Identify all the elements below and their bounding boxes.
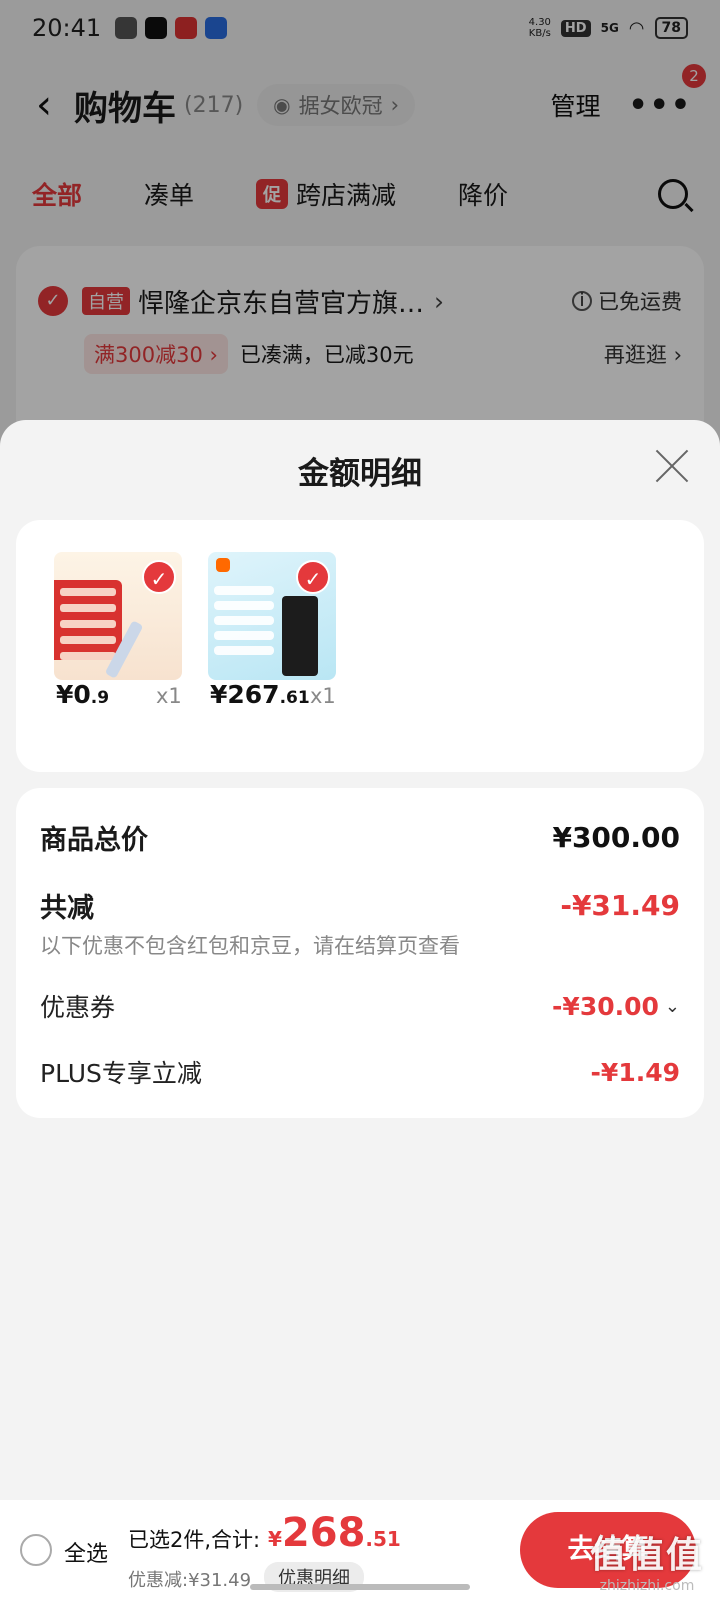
discount-note: 以下优惠不包含红包和京豆，请在结算页查看 (40, 934, 460, 958)
check-icon: ✓ (296, 560, 330, 594)
amount-detail-sheet: 金额明细 ✓ ¥0.9 x1 ✓ ¥267.61 x1 商品总价 ¥300.00 (0, 420, 720, 1600)
product-image: ✓ (208, 552, 336, 680)
product-qty: x1 (310, 684, 336, 708)
coupon-value: -¥30.00 (552, 991, 659, 1021)
mi-logo (216, 558, 230, 572)
sheet-title: 金额明细 (298, 456, 422, 492)
check-icon: ✓ (142, 560, 176, 594)
total-amount: ¥268.51 (268, 1510, 401, 1556)
product-image: ✓ (54, 552, 182, 680)
home-indicator[interactable] (250, 1584, 470, 1590)
goods-item[interactable]: ✓ (54, 552, 184, 680)
product-qty: x1 (156, 684, 182, 708)
chevron-down-icon[interactable]: ⌄ (665, 996, 680, 1017)
product-price: ¥267.61 (210, 680, 310, 709)
discount-row: 共减 -¥31.49 (40, 886, 680, 925)
total-price-value: ¥300.00 (552, 821, 680, 854)
total-price-row: 商品总价 ¥300.00 (40, 818, 680, 857)
coupon-row[interactable]: 优惠券 -¥30.00 ⌄ (40, 988, 680, 1024)
plus-discount-value: -¥1.49 (590, 1057, 680, 1087)
selected-count-label: 已选2件,合计: (128, 1528, 261, 1552)
close-icon[interactable] (654, 448, 690, 484)
total-price-label: 商品总价 (40, 825, 148, 856)
select-all-label[interactable]: 全选 (64, 1536, 108, 1568)
select-all-checkbox[interactable] (20, 1534, 52, 1566)
goods-item[interactable]: ✓ (208, 552, 338, 680)
discount-summary: 优惠减:¥31.49 (128, 1570, 252, 1591)
checkout-bar: 全选 已选2件,合计: ¥268.51 优惠减:¥31.49 优惠明细 去结算 … (0, 1500, 720, 1600)
coupon-label: 优惠券 (40, 993, 116, 1022)
product-price: ¥0.9 (56, 680, 110, 709)
discount-value: -¥31.49 (560, 889, 680, 922)
plus-discount-label: PLUS专享立减 (40, 1059, 202, 1088)
amount-card: 商品总价 ¥300.00 共减 -¥31.49 以下优惠不包含红包和京豆，请在结… (16, 788, 704, 1118)
discount-label: 共减 (40, 893, 94, 924)
site-watermark: 值值值 zhizhizhi.com (589, 1535, 704, 1594)
plus-row: PLUS专享立减 -¥1.49 (40, 1054, 680, 1090)
goods-card: ✓ ¥0.9 x1 ✓ ¥267.61 x1 (16, 520, 704, 772)
